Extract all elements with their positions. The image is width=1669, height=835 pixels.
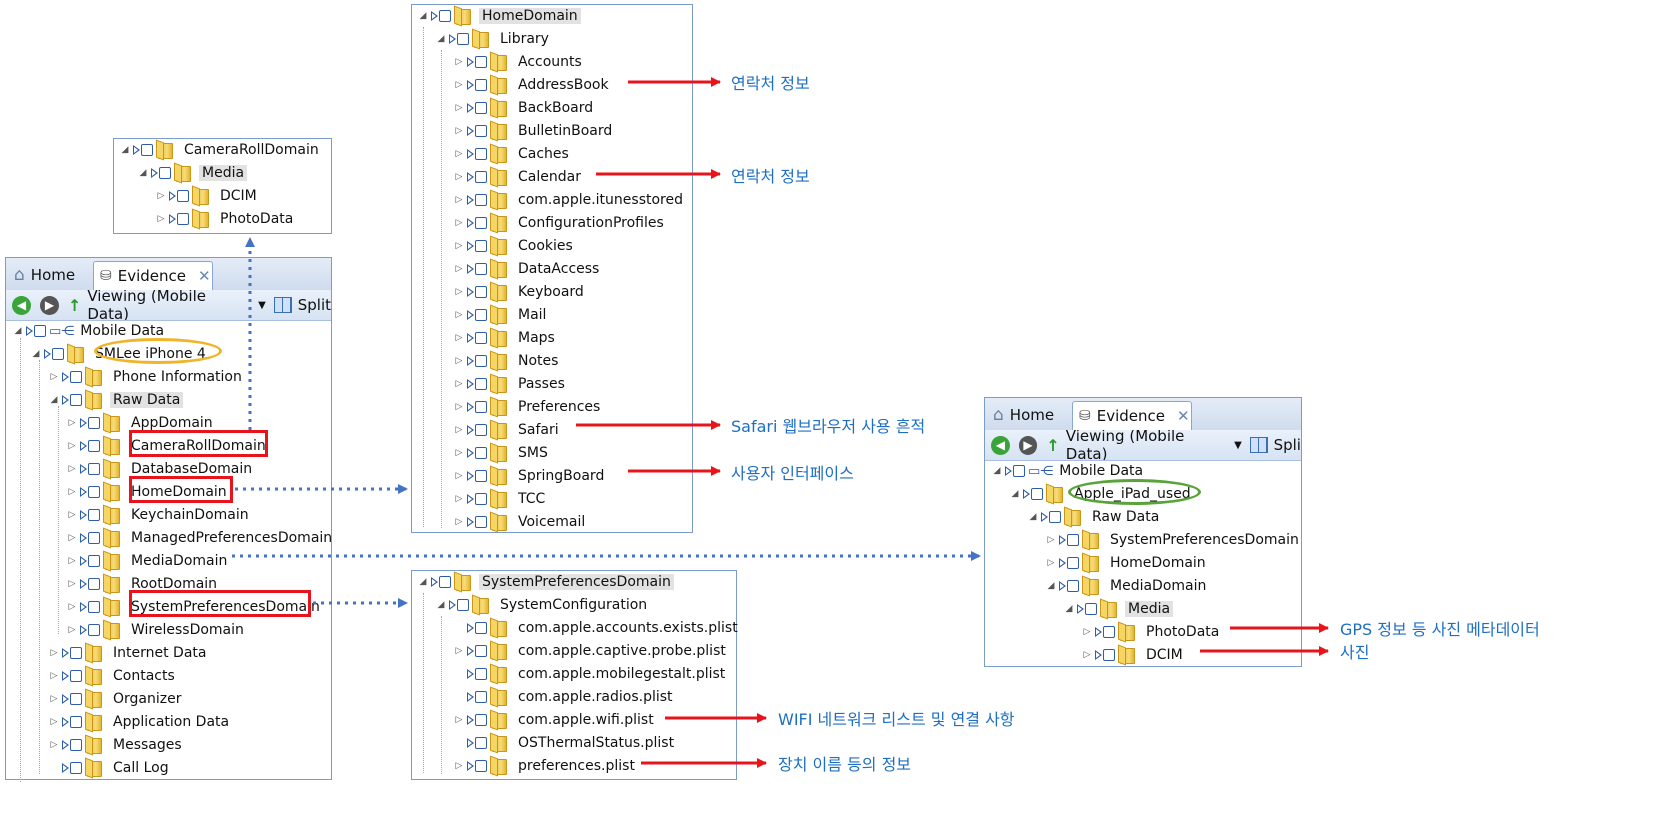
note-safari: Safari 웹브라우저 사용 흔적 xyxy=(731,417,926,436)
note-calendar: 연락처 정보 xyxy=(731,167,810,186)
note-wifi: WIFI 네트워크 리스트 및 연결 사항 xyxy=(778,710,1015,729)
note-addressbook: 연락처 정보 xyxy=(731,74,810,93)
note-springboard: 사용자 인터페이스 xyxy=(731,464,854,483)
note-photodata: GPS 정보 등 사진 메타데이터 xyxy=(1340,620,1540,639)
note-preferences: 장치 이름 등의 정보 xyxy=(778,755,912,774)
note-dcim: 사진 xyxy=(1340,643,1370,662)
